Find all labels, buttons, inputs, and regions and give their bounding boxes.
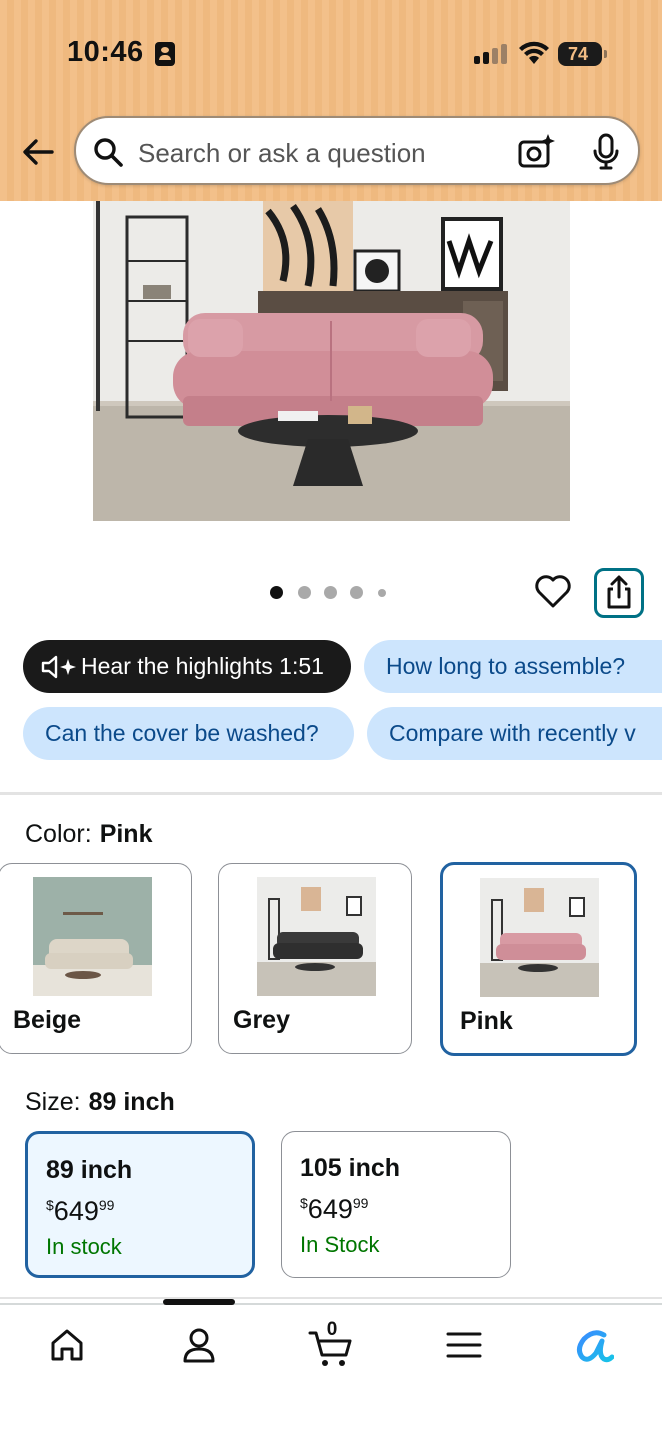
divider <box>0 792 662 795</box>
chip-label: How long to assemble? <box>386 653 626 679</box>
question-chip[interactable]: Can the cover be washed? <box>23 707 354 760</box>
size-option-stock: In stock <box>46 1234 122 1259</box>
chip-label: Can the cover be washed? <box>45 720 319 746</box>
size-selected: 89 inch <box>88 1088 175 1116</box>
beige-thumbnail <box>33 877 152 996</box>
size-label: Size: <box>25 1088 81 1116</box>
pink-thumbnail <box>480 878 599 997</box>
size-option-89-inch[interactable]: 89 inch $64999 In stock <box>25 1131 255 1278</box>
size-option-105-inch[interactable]: 105 inch $64999 In Stock <box>281 1131 511 1278</box>
active-tab-indicator <box>163 1299 235 1305</box>
size-label-row: Size: 89 inch <box>25 1088 175 1117</box>
color-option-pink[interactable]: Pink <box>440 862 637 1056</box>
carousel-dot-small[interactable] <box>378 589 386 597</box>
chip-label: Hear the highlights 1:51 <box>81 653 324 679</box>
carousel-dot[interactable] <box>324 586 337 599</box>
color-selected: Pink <box>99 820 153 848</box>
speaker-sparkle-icon <box>41 655 76 679</box>
app-header: 10:46 74 Search or ask a question <box>0 0 662 201</box>
status-time: 10:46 <box>67 36 144 68</box>
carousel-dot[interactable] <box>350 586 363 599</box>
id-card-icon <box>155 42 175 66</box>
hear-highlights-chip[interactable]: Hear the highlights 1:51 <box>23 640 351 693</box>
microphone-icon[interactable] <box>586 132 626 172</box>
color-option-beige[interactable]: Beige <box>0 863 192 1054</box>
size-option-name: 89 inch <box>46 1156 133 1184</box>
carousel-dot[interactable] <box>298 586 311 599</box>
carousel-dot-active[interactable] <box>270 586 283 599</box>
size-option-price: $64999 <box>46 1196 115 1226</box>
color-label-row: Color: Pink <box>25 820 152 849</box>
color-label: Color: <box>25 820 92 848</box>
cart-count: 0 <box>326 1319 338 1340</box>
share-icon <box>607 575 631 609</box>
bottom-nav: 0 <box>0 1299 662 1440</box>
heart-icon[interactable] <box>533 571 573 611</box>
back-arrow-icon[interactable] <box>18 132 58 172</box>
color-option-label: Grey <box>233 1006 290 1034</box>
share-button[interactable] <box>594 568 644 618</box>
size-option-price: $64999 <box>300 1194 369 1224</box>
battery-icon: 74 <box>558 42 607 66</box>
search-bar[interactable]: Search or ask a question <box>74 116 640 185</box>
home-icon[interactable] <box>47 1325 87 1365</box>
camera-icon[interactable] <box>516 132 556 172</box>
chip-label: Compare with recently v <box>389 720 636 746</box>
color-option-label: Beige <box>13 1006 82 1034</box>
color-option-label: Pink <box>460 1007 513 1035</box>
profile-icon[interactable] <box>179 1325 219 1365</box>
cellular-signal-icon <box>474 42 508 64</box>
search-icon <box>94 138 123 167</box>
battery-level: 74 <box>567 44 589 64</box>
menu-icon[interactable] <box>444 1325 484 1365</box>
product-image[interactable] <box>93 201 570 521</box>
cart-button[interactable]: 0 <box>308 1319 354 1366</box>
color-option-grey[interactable]: Grey <box>218 863 412 1054</box>
size-option-name: 105 inch <box>300 1154 401 1182</box>
divider <box>0 1297 662 1299</box>
rufus-icon[interactable] <box>574 1325 614 1365</box>
question-chip[interactable]: How long to assemble? <box>364 640 662 693</box>
grey-thumbnail <box>257 877 376 996</box>
question-chip[interactable]: Compare with recently v <box>367 707 662 760</box>
size-option-stock: In Stock <box>300 1232 380 1257</box>
search-input[interactable]: Search or ask a question <box>138 138 426 169</box>
wifi-icon <box>519 41 549 64</box>
sofa-photo <box>93 201 570 521</box>
